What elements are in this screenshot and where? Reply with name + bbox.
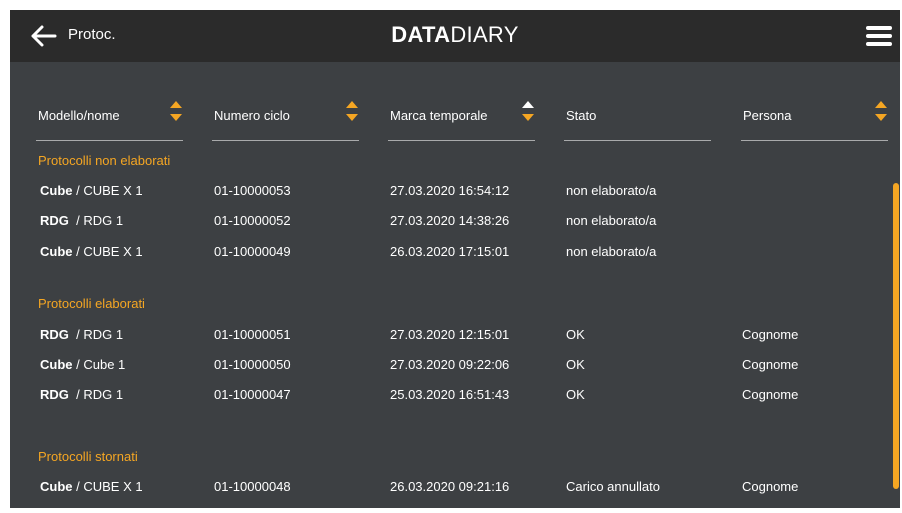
brand-logo-light: DIARY: [450, 22, 519, 47]
column-header-label: Numero ciclo: [214, 108, 290, 123]
sort-toggle-cycle[interactable]: [346, 101, 358, 127]
cell-model: RDG / RDG 1: [40, 213, 124, 228]
cell-timestamp: 26.03.2020 17:15:01: [390, 244, 510, 259]
cell-model: Cube / CUBE X 1: [40, 244, 143, 259]
menu-line: [866, 26, 892, 30]
brand-logo: DATADIARY: [10, 22, 900, 48]
device-name: RDG 1: [83, 213, 124, 228]
table-row[interactable]: Cube / CUBE X 1 01-10000049 26.03.2020 1…: [10, 244, 890, 266]
column-header-cycle[interactable]: Numero ciclo: [212, 100, 359, 141]
sort-desc-icon: [170, 114, 182, 121]
device-name: CUBE X 1: [83, 244, 143, 259]
cell-cycle: 01-10000048: [214, 479, 291, 494]
cell-model: Cube / Cube 1: [40, 357, 126, 372]
cell-cycle: 01-10000047: [214, 387, 291, 402]
brand-logo-bold: DATA: [391, 22, 451, 47]
cell-cycle: 01-10000051: [214, 327, 291, 342]
table-row[interactable]: RDG / RDG 1 01-10000051 27.03.2020 12:15…: [10, 327, 890, 349]
menu-line: [866, 34, 892, 38]
sort-asc-icon: [346, 101, 358, 108]
model-name: RDG: [40, 213, 69, 228]
section-title-cancelled: Protocolli stornati: [38, 449, 138, 464]
cell-status: non elaborato/a: [566, 183, 657, 198]
cell-status: OK: [566, 387, 585, 402]
model-name: Cube: [40, 244, 73, 259]
cell-status: OK: [566, 357, 585, 372]
section-title-processed: Protocolli elaborati: [38, 296, 145, 311]
table-row[interactable]: Cube / Cube 1 01-10000050 27.03.2020 09:…: [10, 357, 890, 379]
model-name: RDG: [40, 327, 69, 342]
device-name: RDG 1: [83, 327, 124, 342]
sort-desc-icon: [346, 114, 358, 121]
cell-model: RDG / RDG 1: [40, 327, 124, 342]
cell-cycle: 01-10000050: [214, 357, 291, 372]
device-name: RDG 1: [83, 387, 124, 402]
device-name: CUBE X 1: [83, 183, 143, 198]
cell-timestamp: 27.03.2020 16:54:12: [390, 183, 510, 198]
sort-toggle-model[interactable]: [170, 101, 182, 127]
menu-line: [866, 42, 892, 46]
column-header-label: Modello/nome: [38, 108, 120, 123]
device-name: CUBE X 1: [83, 479, 143, 494]
column-header-timestamp[interactable]: Marca temporale: [388, 100, 535, 141]
model-name: Cube: [40, 479, 73, 494]
scrollbar-thumb[interactable]: [893, 183, 899, 489]
table-row[interactable]: Cube / CUBE X 1 01-10000053 27.03.2020 1…: [10, 183, 890, 205]
column-header-label: Persona: [743, 108, 792, 123]
cell-person: Cognome: [742, 479, 799, 494]
hamburger-menu-button[interactable]: [866, 24, 892, 48]
column-header-label: Marca temporale: [390, 108, 488, 123]
table-row[interactable]: Cube / CUBE X 1 01-10000048 26.03.2020 0…: [10, 479, 890, 501]
table-row[interactable]: RDG / RDG 1 01-10000047 25.03.2020 16:51…: [10, 387, 890, 409]
cell-cycle: 01-10000049: [214, 244, 291, 259]
cell-timestamp: 27.03.2020 14:38:26: [390, 213, 510, 228]
sort-asc-icon: [875, 101, 887, 108]
cell-status: non elaborato/a: [566, 244, 657, 259]
column-header-model[interactable]: Modello/nome: [36, 100, 183, 141]
sort-toggle-person[interactable]: [875, 101, 887, 127]
cell-person: Cognome: [742, 327, 799, 342]
cell-cycle: 01-10000052: [214, 213, 291, 228]
cell-status: Carico annullato: [566, 479, 660, 494]
cell-timestamp: 27.03.2020 09:22:06: [390, 357, 510, 372]
cell-status: OK: [566, 327, 585, 342]
cell-model: Cube / CUBE X 1: [40, 183, 143, 198]
column-header-label: Stato: [566, 108, 597, 123]
top-bar: Protoc. DATADIARY: [10, 10, 900, 62]
cell-cycle: 01-10000053: [214, 183, 291, 198]
table-row[interactable]: RDG / RDG 1 01-10000052 27.03.2020 14:38…: [10, 213, 890, 235]
sort-toggle-timestamp[interactable]: [522, 101, 534, 127]
model-name: Cube: [40, 183, 73, 198]
sort-asc-icon: [522, 101, 534, 108]
table-header: Modello/nome Numero ciclo Marca temporal…: [10, 100, 900, 145]
sort-desc-icon: [875, 114, 887, 121]
sort-desc-icon: [522, 114, 534, 121]
sort-asc-icon: [170, 101, 182, 108]
cell-status: non elaborato/a: [566, 213, 657, 228]
section-title-unprocessed: Protocolli non elaborati: [38, 153, 171, 168]
cell-model: RDG / RDG 1: [40, 387, 124, 402]
cell-person: Cognome: [742, 357, 799, 372]
model-name: Cube: [40, 357, 73, 372]
device-name: Cube 1: [83, 357, 126, 372]
column-header-status[interactable]: Stato: [564, 100, 711, 141]
cell-timestamp: 25.03.2020 16:51:43: [390, 387, 510, 402]
cell-person: Cognome: [742, 387, 799, 402]
cell-timestamp: 27.03.2020 12:15:01: [390, 327, 510, 342]
cell-model: Cube / CUBE X 1: [40, 479, 143, 494]
app-window: Protoc. DATADIARY Modello/nome Numero ci…: [10, 10, 900, 508]
model-name: RDG: [40, 387, 69, 402]
column-header-person[interactable]: Persona: [741, 100, 888, 141]
cell-timestamp: 26.03.2020 09:21:16: [390, 479, 510, 494]
